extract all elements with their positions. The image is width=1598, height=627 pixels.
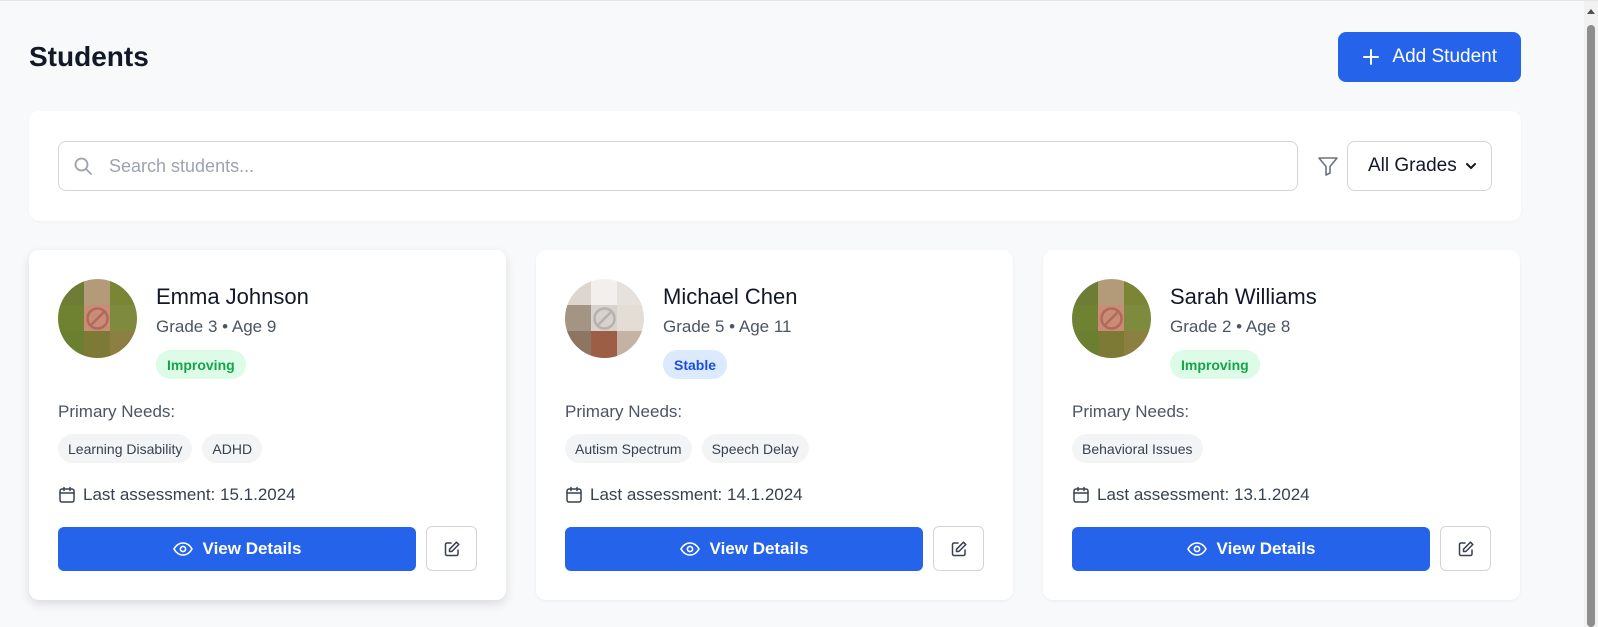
needs-tags: Autism Spectrum Speech Delay — [565, 434, 809, 463]
search-input[interactable] — [107, 154, 1297, 178]
student-name: Emma Johnson — [156, 284, 309, 309]
calendar-icon — [59, 486, 75, 503]
last-assessment-text: Last assessment: 14.1.2024 — [590, 485, 803, 504]
student-name: Michael Chen — [663, 284, 798, 309]
edit-icon — [951, 540, 967, 556]
avatar — [1072, 279, 1151, 358]
view-details-label: View Details — [1216, 539, 1316, 558]
last-assessment-text: Last assessment: 15.1.2024 — [83, 485, 296, 504]
chevron-down-icon — [1466, 163, 1476, 169]
scrollbar[interactable] — [1584, 1, 1598, 627]
filter-bar: All Grades — [29, 111, 1521, 221]
primary-needs-label: Primary Needs: — [565, 402, 683, 421]
plus-icon — [1363, 49, 1380, 65]
student-card: Sarah Williams Grade 2 • Age 8 Improving… — [1043, 250, 1520, 600]
student-card: Emma Johnson Grade 3 • Age 9 Improving P… — [29, 250, 506, 600]
filter-icon[interactable] — [1316, 154, 1340, 178]
student-meta: Grade 2 • Age 8 — [1170, 317, 1291, 336]
add-student-button[interactable]: Add Student — [1338, 32, 1521, 82]
view-details-button[interactable]: View Details — [1072, 527, 1430, 571]
calendar-icon — [566, 486, 582, 503]
student-meta: Grade 3 • Age 9 — [156, 317, 277, 336]
status-badge: Improving — [1170, 350, 1260, 379]
status-badge: Stable — [663, 350, 728, 379]
calendar-icon — [1073, 486, 1089, 503]
search-icon — [74, 157, 92, 175]
view-details-label: View Details — [202, 539, 302, 558]
primary-needs-label: Primary Needs: — [58, 402, 176, 421]
last-assessment: Last assessment: 14.1.2024 — [565, 485, 803, 505]
page-title: Students — [29, 41, 149, 72]
eye-icon — [1186, 542, 1207, 556]
scrollbar-thumb[interactable] — [1587, 25, 1595, 627]
last-assessment-text: Last assessment: 13.1.2024 — [1097, 485, 1310, 504]
primary-needs-label: Primary Needs: — [1072, 402, 1190, 421]
grade-select[interactable]: All Grades — [1347, 141, 1492, 191]
need-tag: ADHD — [202, 434, 263, 463]
avatar — [565, 279, 644, 358]
student-name: Sarah Williams — [1170, 284, 1317, 309]
broken-image-icon — [58, 279, 137, 358]
need-tag: Behavioral Issues — [1072, 434, 1203, 463]
last-assessment: Last assessment: 13.1.2024 — [1072, 485, 1310, 505]
student-cards: Emma Johnson Grade 3 • Age 9 Improving P… — [29, 250, 1520, 600]
avatar — [58, 279, 137, 358]
need-tag: Autism Spectrum — [565, 434, 692, 463]
grade-select-value: All Grades — [1368, 155, 1457, 176]
last-assessment: Last assessment: 15.1.2024 — [58, 485, 296, 505]
page-header: Students Add Student — [29, 31, 1521, 83]
search-box — [58, 141, 1298, 191]
needs-tags: Behavioral Issues — [1072, 434, 1203, 463]
add-student-label: Add Student — [1392, 46, 1497, 67]
broken-image-icon — [1072, 279, 1151, 358]
eye-icon — [679, 542, 700, 556]
view-details-button[interactable]: View Details — [58, 527, 416, 571]
scroll-up-arrow[interactable] — [1587, 9, 1595, 14]
edit-student-button[interactable] — [426, 526, 477, 571]
broken-image-icon — [565, 279, 644, 358]
need-tag: Speech Delay — [701, 434, 809, 463]
eye-icon — [172, 542, 193, 556]
view-details-label: View Details — [709, 539, 809, 558]
student-card: Michael Chen Grade 5 • Age 11 Stable Pri… — [536, 250, 1013, 600]
edit-icon — [1458, 540, 1474, 556]
need-tag: Learning Disability — [58, 434, 193, 463]
edit-student-button[interactable] — [1440, 526, 1491, 571]
needs-tags: Learning Disability ADHD — [58, 434, 263, 463]
student-meta: Grade 5 • Age 11 — [663, 317, 792, 336]
status-badge: Improving — [156, 350, 246, 379]
view-details-button[interactable]: View Details — [565, 527, 923, 571]
edit-icon — [444, 540, 460, 556]
edit-student-button[interactable] — [933, 526, 984, 571]
